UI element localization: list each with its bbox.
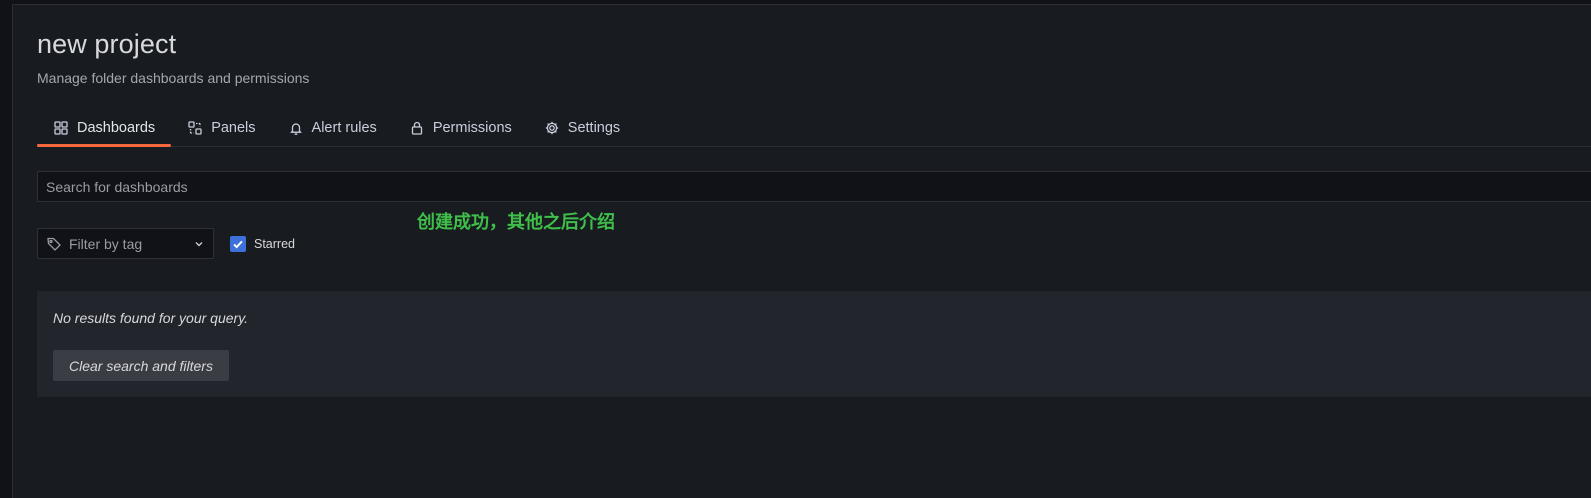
tab-permissions-label: Permissions [432,120,512,136]
annotation-text: 创建成功，其他之后介绍 [417,212,615,233]
chevron-down-icon [193,238,205,250]
tab-alert-rules-label: Alert rules [311,120,377,136]
library-panels-icon [187,120,203,136]
search-box [37,171,1591,202]
tag-icon [46,236,62,252]
tag-filter-select[interactable]: Filter by tag [37,228,214,259]
tab-dashboards[interactable]: Dashboards [37,110,172,147]
lock-icon [409,120,425,136]
tab-alert-rules[interactable]: Alert rules [272,110,393,146]
search-input[interactable] [38,172,1591,201]
tag-filter-label: Filter by tag [69,235,143,252]
page-subtitle: Manage folder dashboards and permissions [37,70,310,86]
tab-settings[interactable]: Settings [528,110,636,146]
tab-panels[interactable]: Panels [171,110,271,146]
folder-tabs: Dashboards Panels Alert rules Permission… [37,110,1591,147]
tab-permissions[interactable]: Permissions [393,110,528,146]
starred-label: Starred [254,237,295,251]
empty-results-message: No results found for your query. [53,310,249,326]
page-title: new project [37,29,177,59]
tab-settings-label: Settings [567,120,621,136]
dashboards-grid-icon [53,120,69,136]
gear-icon [544,120,560,136]
checkmark-icon [233,240,243,249]
starred-filter[interactable]: Starred [230,236,295,252]
bell-icon [288,120,304,136]
clear-search-button[interactable]: Clear search and filters [53,350,229,381]
tab-dashboards-label: Dashboards [77,120,156,136]
tab-panels-label: Panels [211,120,256,136]
starred-checkbox[interactable] [230,236,246,252]
empty-results-panel: No results found for your query. Clear s… [37,291,1591,397]
